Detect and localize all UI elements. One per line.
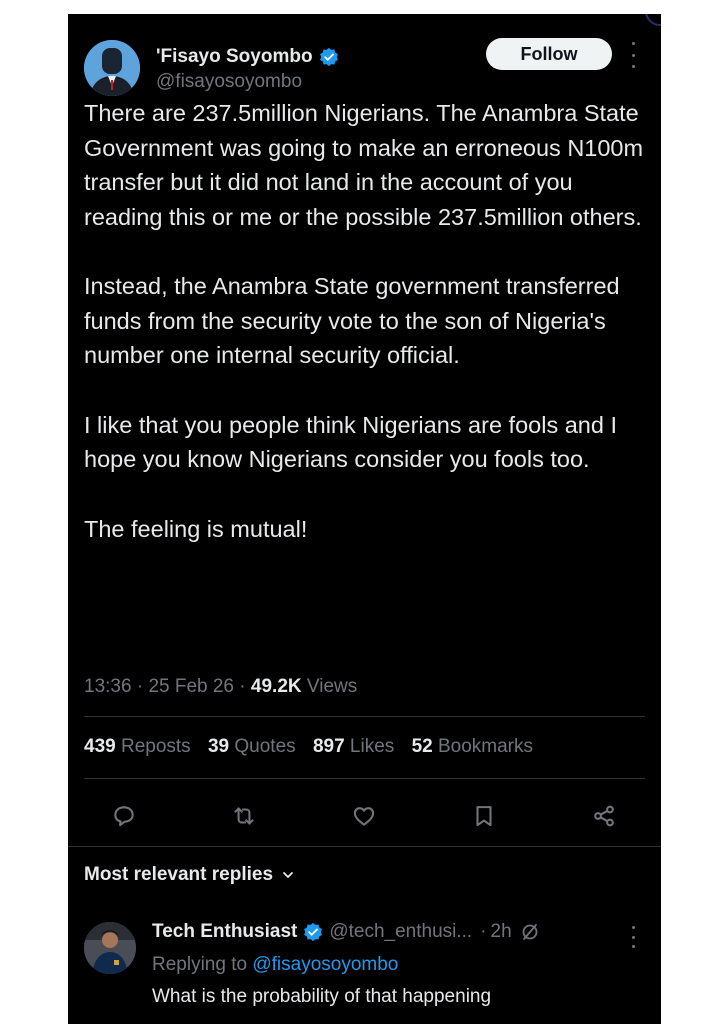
reposts-label: Reposts	[120, 736, 191, 757]
post-paragraph: There are 237.5million Nigerians. The An…	[84, 100, 644, 230]
reposts-count: 439	[84, 736, 116, 757]
likes-label: Likes	[349, 736, 395, 757]
views-label: Views	[306, 676, 358, 697]
post-header: 'Fisayo Soyombo @fisayosoyombo Follow	[68, 14, 661, 106]
quotes-stat[interactable]: 39 Quotes	[208, 736, 296, 757]
reply-time[interactable]: 2h	[491, 921, 512, 943]
likes-stat[interactable]: 897 Likes	[313, 736, 394, 757]
grok-icon[interactable]	[520, 922, 540, 942]
post-date[interactable]: 25 Feb 26	[148, 676, 234, 697]
follow-button[interactable]: Follow	[486, 38, 612, 70]
engagement-stats: 439 Reposts 39 Quotes 897 Likes 52 Bookm…	[84, 736, 545, 758]
quotes-label: Quotes	[234, 736, 296, 757]
post-paragraph: I like that you people think Nigerians a…	[84, 411, 617, 473]
views-count: 49.2K	[250, 676, 302, 697]
bookmarks-count: 52	[411, 736, 433, 757]
likes-count: 897	[312, 736, 345, 757]
author-avatar[interactable]	[84, 40, 140, 96]
bookmarks-stat[interactable]: 52 Bookmarks	[412, 736, 533, 757]
replying-to-prefix: Replying to	[152, 954, 248, 975]
divider	[68, 846, 661, 847]
replying-to-handle-link[interactable]: @fisayosoyombo	[252, 954, 398, 975]
author-name[interactable]: 'Fisayo Soyombo	[156, 46, 313, 68]
reply-author-name[interactable]: Tech Enthusiast	[152, 921, 297, 943]
post-time[interactable]: 13:36	[84, 676, 132, 697]
divider	[84, 778, 645, 779]
reply-text: What is the probability of that happenin…	[152, 986, 492, 1007]
repost-icon[interactable]	[224, 796, 264, 836]
post-paragraph: The feeling is mutual!	[84, 515, 308, 542]
reposts-stat[interactable]: 439 Reposts	[84, 736, 191, 757]
like-icon[interactable]	[344, 796, 384, 836]
post-meta: 13:36 · 25 Feb 26 · 49.2K Views	[84, 676, 358, 697]
quotes-count: 39	[207, 736, 230, 757]
more-options-icon[interactable]	[628, 42, 638, 68]
author-name-row: 'Fisayo Soyombo	[156, 46, 339, 68]
reply-author-handle[interactable]: @tech_enthusi...	[329, 921, 472, 943]
action-bar	[68, 796, 661, 836]
author-handle[interactable]: @fisayosoyombo	[156, 71, 302, 93]
replying-to: Replying to @fisayosoyombo	[152, 954, 398, 976]
share-icon[interactable]	[584, 796, 624, 836]
reply-icon[interactable]	[104, 796, 144, 836]
post-detail-screen: 'Fisayo Soyombo @fisayosoyombo Follow Th…	[68, 14, 661, 1024]
reply-avatar-image	[84, 922, 136, 974]
bookmarks-label: Bookmarks	[437, 736, 534, 757]
post-text: There are 237.5million Nigerians. The An…	[84, 96, 652, 581]
reply-time-prefix: ·	[480, 921, 487, 942]
post-paragraph: Instead, the Anambra State government tr…	[84, 273, 620, 368]
divider	[84, 716, 645, 717]
replies-sort-label: Most relevant replies	[84, 864, 274, 885]
verified-badge-icon	[304, 922, 323, 942]
replies-sort-dropdown[interactable]: Most relevant replies	[84, 864, 295, 886]
reply-avatar[interactable]	[84, 922, 136, 974]
bookmark-icon[interactable]	[464, 796, 504, 836]
reply-item[interactable]: Tech Enthusiast @tech_enthusi... · 2h Re…	[68, 914, 661, 1024]
author-avatar-image	[84, 40, 140, 96]
chevron-down-icon	[283, 872, 293, 878]
reply-header: Tech Enthusiast @tech_enthusi... · 2h	[152, 921, 540, 943]
verified-badge-icon	[319, 47, 338, 67]
reply-more-options-icon[interactable]	[628, 926, 638, 948]
